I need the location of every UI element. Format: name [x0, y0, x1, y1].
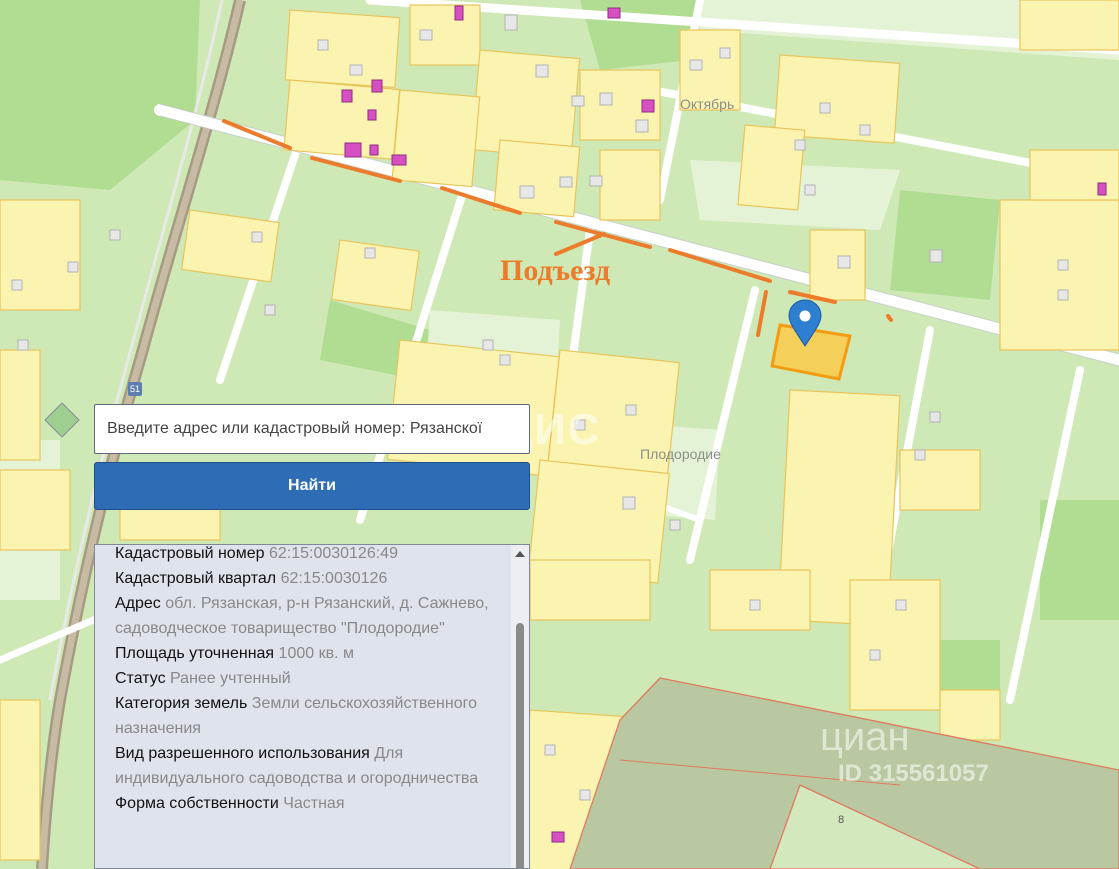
info-row-cadastral-quarter: Кадастровый квартал 62:15:0030126	[115, 566, 505, 591]
info-label: Статус	[115, 670, 166, 687]
search-input[interactable]	[95, 405, 529, 453]
info-row-ownership: Форма собственности Частная	[115, 791, 505, 816]
info-value: 62:15:0030126	[280, 570, 388, 587]
info-value: 62:15:0030126:49	[268, 545, 398, 562]
search-field[interactable]	[94, 404, 530, 454]
map-label-house-number: 8	[838, 814, 845, 826]
info-value: Ранее учтенный	[170, 670, 291, 687]
info-label: Категория земель	[115, 695, 248, 712]
info-label: Площадь уточненная	[115, 645, 275, 662]
scrollbar-thumb[interactable]	[516, 623, 524, 868]
info-row-permitted-use: Вид разрешенного использования Для индив…	[115, 741, 505, 791]
info-label: Адрес	[115, 595, 161, 612]
info-row-status: Статус Ранее учтенный	[115, 666, 505, 691]
info-value: Частная	[283, 795, 345, 812]
road-number-badge: 51	[128, 382, 142, 396]
info-label: Кадастровый номер	[115, 545, 265, 562]
scrollbar[interactable]	[511, 545, 529, 868]
info-row-land-category: Категория земель Земли сельскохозяйствен…	[115, 691, 505, 741]
info-row-address: Адрес обл. Рязанская, р-н Рязанский, д. …	[115, 591, 505, 641]
parcel-info-content: Кадастровый номер 62:15:0030126:49 Кадас…	[115, 545, 505, 816]
annotation-podezd: Подъезд	[500, 254, 611, 287]
parcel-info-panel[interactable]: Кадастровый номер 62:15:0030126:49 Кадас…	[94, 544, 530, 869]
info-label: Форма собственности	[115, 795, 279, 812]
info-label: Вид разрешенного использования	[115, 745, 370, 762]
map-label-plodorodie: Плодородие	[640, 446, 721, 462]
info-value: 1000 кв. м	[278, 645, 354, 662]
info-row-area: Площадь уточненная 1000 кв. м	[115, 641, 505, 666]
info-label: Кадастровый квартал	[115, 570, 277, 587]
watermark-cian: циан	[820, 715, 910, 759]
scroll-up-icon[interactable]	[515, 551, 525, 557]
info-row-cadastral-number: Кадастровый номер 62:15:0030126:49	[115, 545, 505, 566]
map-label-oktyabr: Октябрь	[680, 96, 735, 112]
info-value: обл. Рязанская, р-н Рязанский, д. Сажнев…	[115, 595, 489, 637]
find-button[interactable]: Найти	[94, 462, 530, 510]
watermark-id: ID 315561057	[838, 760, 989, 787]
